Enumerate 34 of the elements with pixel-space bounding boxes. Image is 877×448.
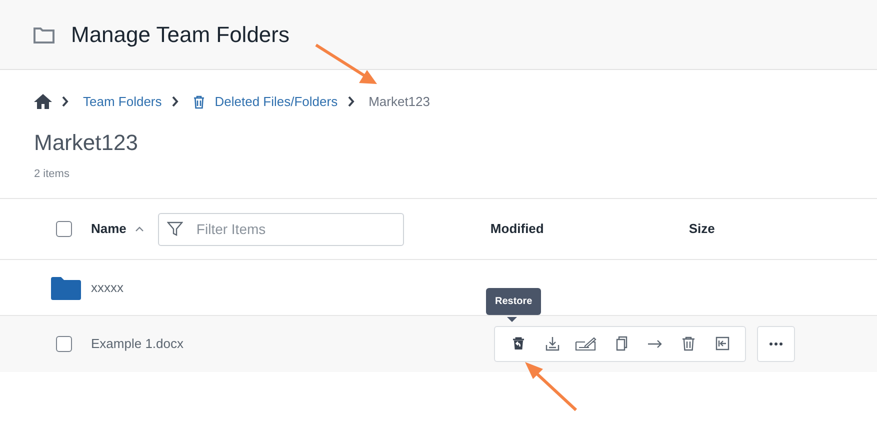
breadcrumb-link[interactable]: Team Folders bbox=[83, 92, 162, 112]
column-header[interactable]: Modified bbox=[490, 219, 544, 239]
breadcrumb-current: Market123 bbox=[368, 93, 430, 111]
filter-field[interactable]: Filter Items bbox=[158, 212, 404, 246]
restore-icon bbox=[510, 336, 526, 352]
filter-icon bbox=[167, 220, 184, 236]
rename-icon bbox=[575, 336, 597, 352]
file-name[interactable]: xxxxx bbox=[91, 278, 124, 298]
home-icon[interactable] bbox=[33, 93, 53, 110]
sort-ascending-icon[interactable] bbox=[135, 226, 144, 232]
table-row[interactable]: Example 1.docx bbox=[0, 316, 877, 372]
download-icon bbox=[544, 336, 560, 352]
trash-icon bbox=[680, 336, 696, 352]
tooltip: Restore bbox=[486, 288, 542, 315]
column-header[interactable]: Name bbox=[91, 219, 126, 239]
file-name[interactable]: Example 1.docx bbox=[91, 334, 184, 354]
row-checkbox[interactable] bbox=[56, 336, 72, 352]
select-all-checkbox[interactable] bbox=[56, 221, 72, 237]
tooltip-arrow-icon bbox=[507, 317, 517, 322]
column-header[interactable]: Size bbox=[688, 219, 715, 239]
chevron-right-icon bbox=[61, 96, 69, 108]
exit-box-icon bbox=[714, 336, 730, 352]
folder-heading: Market123 bbox=[34, 132, 139, 154]
folder-icon[interactable] bbox=[51, 276, 81, 300]
folder-icon bbox=[33, 26, 55, 44]
annotation-arrow bbox=[524, 361, 578, 412]
more-icon bbox=[769, 342, 783, 346]
breadcrumb-link[interactable]: Deleted Files/Folders bbox=[192, 92, 338, 112]
trash-icon bbox=[192, 94, 205, 109]
chevron-right-icon bbox=[170, 96, 179, 108]
chevron-right-icon bbox=[346, 96, 355, 108]
page-title: Manage Team Folders bbox=[71, 21, 290, 49]
item-count: 2 items bbox=[34, 166, 70, 182]
annotation-arrow bbox=[314, 43, 378, 85]
